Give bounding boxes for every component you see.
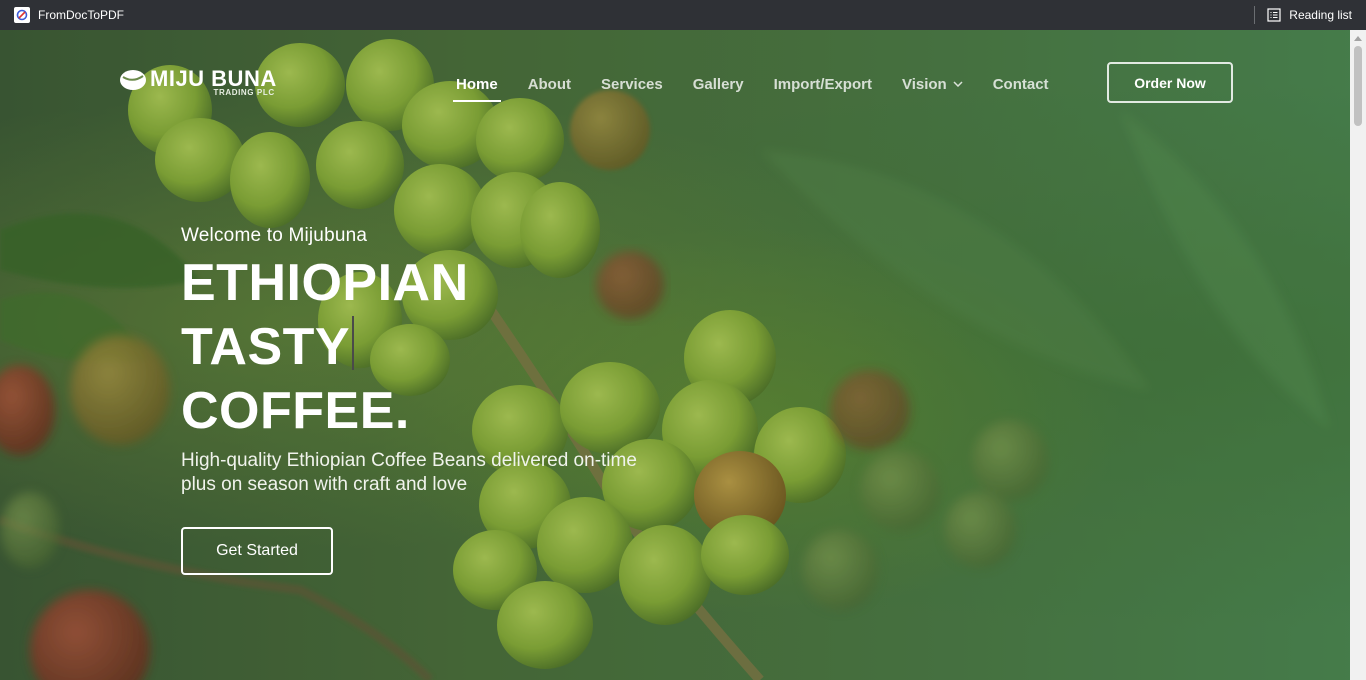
get-started-button[interactable]: Get Started — [181, 527, 333, 575]
nav-import-export[interactable]: Import/Export — [774, 72, 872, 96]
nav-services[interactable]: Services — [601, 72, 663, 96]
logo-subtitle: TRADING PLC — [213, 88, 275, 97]
bookmark-fromdoctopdf[interactable]: FromDocToPDF — [14, 7, 124, 23]
bookmark-label: FromDocToPDF — [38, 8, 125, 22]
nav-gallery[interactable]: Gallery — [693, 72, 744, 96]
hero-title-line-2: TASTY — [181, 315, 741, 379]
reading-list-label: Reading list — [1289, 8, 1352, 22]
order-now-button[interactable]: Order Now — [1107, 62, 1233, 103]
nav-about[interactable]: About — [528, 72, 571, 96]
hero-description-line-2: plus on season with craft and love — [181, 474, 468, 495]
hero-title: ETHIOPIAN TASTY COFFEE. — [181, 251, 741, 443]
nav-home[interactable]: Home — [453, 72, 501, 102]
bookmark-favicon-icon — [14, 7, 30, 23]
typing-cursor — [352, 316, 355, 370]
page-viewport: MIJU BUNA TRADING PLC Home About Service… — [0, 30, 1366, 680]
site-logo[interactable]: MIJU BUNA TRADING PLC — [118, 66, 277, 97]
hero-section: Welcome to Mijubuna ETHIOPIAN TASTY COFF… — [181, 225, 741, 575]
hero-description: High-quality Ethiopian Coffee Beans deli… — [181, 449, 741, 497]
chevron-down-icon — [953, 81, 963, 87]
nav-vision-label: Vision — [901, 75, 947, 93]
reading-list-icon — [1267, 8, 1281, 22]
hero-title-line-3: COFFEE. — [181, 382, 410, 440]
nav-vision[interactable]: Vision — [902, 72, 963, 96]
site-header: MIJU BUNA TRADING PLC Home About Service… — [0, 30, 1350, 134]
reading-list-button[interactable]: Reading list — [1254, 0, 1352, 30]
hero-title-line-2-text: TASTY — [181, 318, 351, 376]
scroll-up-arrow-icon[interactable] — [1354, 34, 1362, 42]
page-scrollbar[interactable] — [1350, 30, 1366, 680]
main-nav: Home About Services Gallery Import/Expor… — [453, 72, 1079, 102]
coffee-bean-logo-icon — [120, 70, 146, 90]
hero-title-line-1: ETHIOPIAN — [181, 254, 469, 312]
browser-favorites-bar: FromDocToPDF Reading list — [0, 0, 1366, 30]
hero-welcome: Welcome to Mijubuna — [181, 225, 368, 246]
toolbar-divider — [1254, 6, 1256, 24]
scrollbar-thumb[interactable] — [1354, 46, 1362, 126]
nav-contact[interactable]: Contact — [993, 72, 1049, 96]
hero-description-line-1: High-quality Ethiopian Coffee Beans deli… — [181, 450, 637, 471]
